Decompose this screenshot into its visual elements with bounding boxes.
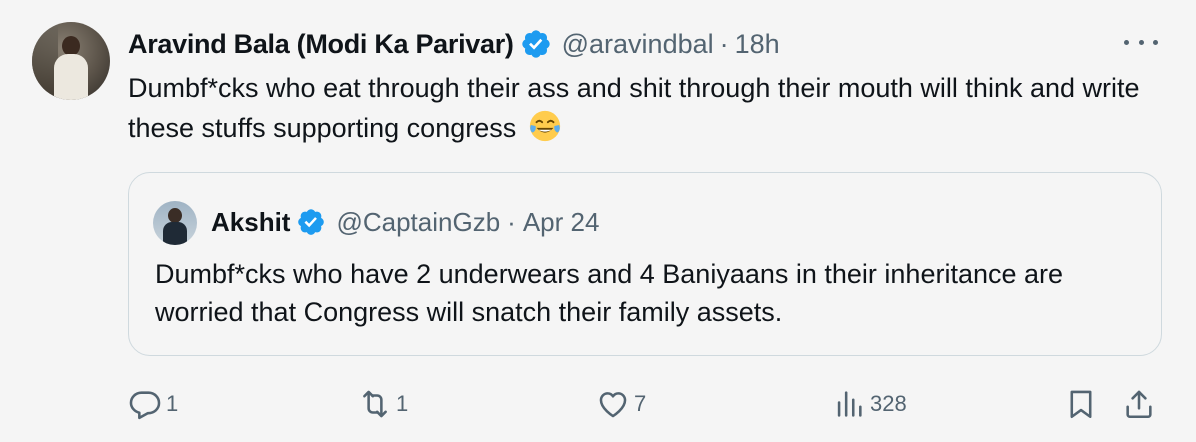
views-chart-icon [837, 391, 862, 417]
tweet-actions: 1 1 7 328 [128, 384, 1168, 424]
tweet-text: Dumbf*cks who eat through their ass and … [128, 68, 1148, 148]
face-with-tears-of-joy-icon [528, 109, 562, 143]
bookmark-icon [1070, 390, 1092, 419]
reply-count: 1 [166, 391, 179, 416]
quoted-author-handle[interactable]: @CaptainGzb [336, 207, 500, 238]
share-button[interactable] [1122, 384, 1156, 424]
separator-dot: · [507, 206, 516, 237]
bookmark-button[interactable] [1064, 384, 1098, 424]
retweet-button[interactable]: 1 [358, 384, 408, 424]
reply-icon [129, 391, 161, 420]
views-button[interactable]: 328 [832, 384, 907, 424]
retweet-icon [363, 390, 387, 418]
tweet-timestamp[interactable]: 18h [735, 29, 780, 60]
reply-button[interactable]: 1 [128, 384, 178, 424]
retweet-count: 1 [396, 391, 409, 416]
author-avatar[interactable] [32, 22, 110, 100]
like-button[interactable]: 7 [596, 384, 646, 424]
heart-icon [599, 392, 627, 418]
quoted-tweet-timestamp[interactable]: Apr 24 [523, 207, 600, 238]
like-count: 7 [634, 391, 647, 416]
view-count: 328 [870, 391, 907, 416]
separator-dot: · [719, 28, 729, 59]
quoted-author-name[interactable]: Akshit [211, 207, 290, 238]
quoted-tweet-text: Dumbf*cks who have 2 underwears and 4 Ba… [155, 259, 1064, 327]
tweet-body: Dumbf*cks who eat through their ass and … [128, 73, 1140, 143]
quoted-author-avatar[interactable] [153, 201, 197, 245]
quoted-tweet-header: Akshit @CaptainGzb · Apr 24 [211, 203, 599, 241]
verified-badge-icon [296, 207, 326, 237]
author-handle[interactable]: @aravindbal [562, 29, 714, 60]
verified-badge-icon [520, 28, 552, 60]
more-options-icon[interactable] [1124, 30, 1158, 54]
quoted-tweet[interactable]: Akshit @CaptainGzb · Apr 24 Dumbf*cks wh… [128, 172, 1162, 356]
share-icon [1126, 390, 1152, 419]
tweet-header: Aravind Bala (Modi Ka Parivar) @aravindb… [128, 26, 780, 62]
author-name[interactable]: Aravind Bala (Modi Ka Parivar) [128, 29, 514, 60]
